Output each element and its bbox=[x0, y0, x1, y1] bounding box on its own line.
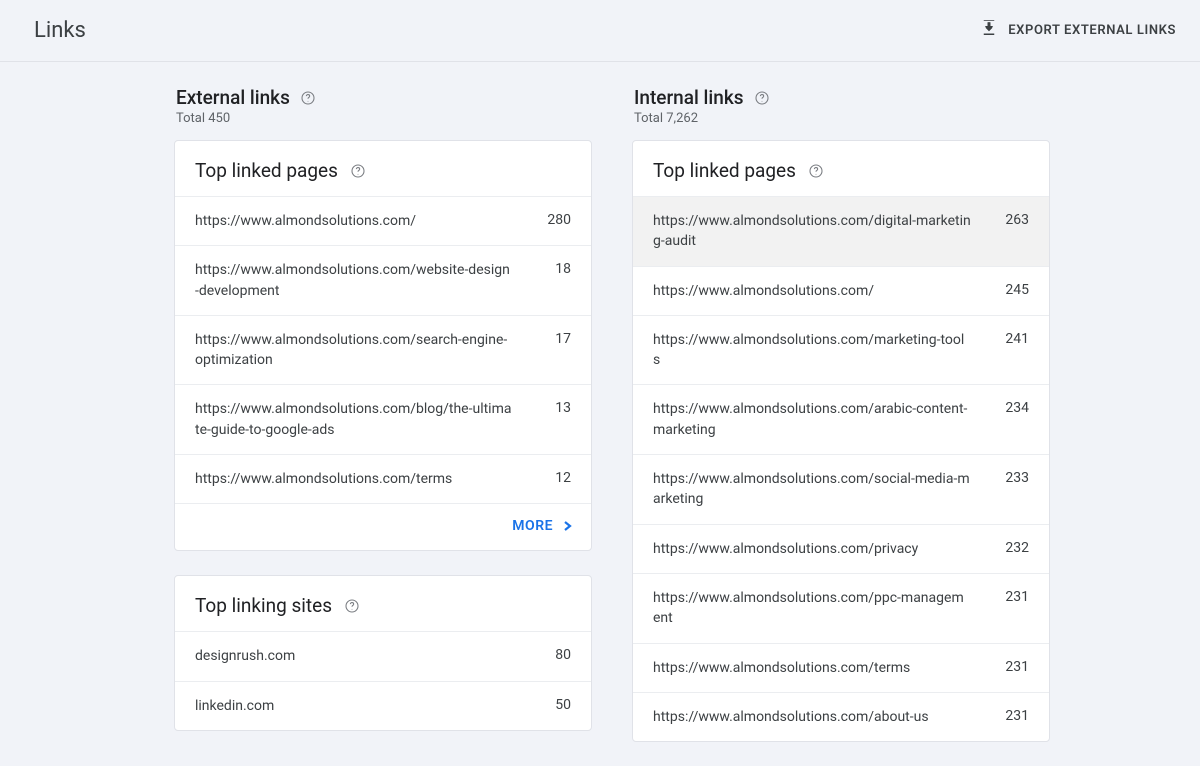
download-icon bbox=[980, 20, 998, 42]
external-links-subtitle: Total 450 bbox=[176, 111, 592, 126]
external-links-header: External links Total 450 bbox=[176, 86, 592, 126]
table-row[interactable]: https://www.almondsolutions.com/privacy 2… bbox=[633, 524, 1049, 573]
row-url: https://www.almondsolutions.com/digital-… bbox=[653, 211, 971, 252]
table-row[interactable]: https://www.almondsolutions.com/arabic-c… bbox=[633, 384, 1049, 454]
rows-container: https://www.almondsolutions.com/280https… bbox=[175, 196, 591, 503]
table-row[interactable]: https://www.almondsolutions.com/280 bbox=[175, 196, 591, 245]
row-url: https://www.almondsolutions.com/marketin… bbox=[653, 330, 971, 371]
row-url: https://www.almondsolutions.com/search-e… bbox=[195, 330, 513, 371]
row-count: 50 bbox=[537, 696, 571, 713]
table-row[interactable]: https://www.almondsolutions.com/social-m… bbox=[633, 454, 1049, 524]
row-count: 233 bbox=[995, 469, 1029, 486]
row-count: 13 bbox=[537, 399, 571, 416]
row-count: 231 bbox=[995, 588, 1029, 605]
help-icon[interactable] bbox=[754, 90, 770, 106]
table-row[interactable]: https://www.almondsolutions.com/digital-… bbox=[633, 196, 1049, 266]
internal-links-column: Internal links Total 7,262 Top linked pa… bbox=[632, 86, 1050, 766]
chevron-right-icon bbox=[563, 521, 573, 531]
card-title: Top linked pages bbox=[195, 159, 338, 182]
row-url: designrush.com bbox=[195, 646, 513, 666]
external-links-column: External links Total 450 Top linked page… bbox=[174, 86, 592, 766]
internal-links-subtitle: Total 7,262 bbox=[634, 111, 1050, 126]
row-url: https://www.almondsolutions.com/terms bbox=[195, 469, 513, 489]
row-count: 232 bbox=[995, 539, 1029, 556]
row-count: 263 bbox=[995, 211, 1029, 228]
more-label: MORE bbox=[512, 518, 553, 534]
table-row[interactable]: https://www.almondsolutions.com/marketin… bbox=[633, 315, 1049, 385]
row-url: https://www.almondsolutions.com/ppc-mana… bbox=[653, 588, 971, 629]
row-url: https://www.almondsolutions.com/blog/the… bbox=[195, 399, 513, 440]
rows-container: https://www.almondsolutions.com/digital-… bbox=[633, 196, 1049, 741]
row-count: 17 bbox=[537, 330, 571, 347]
row-url: https://www.almondsolutions.com/terms bbox=[653, 658, 971, 678]
row-url: https://www.almondsolutions.com/ bbox=[653, 281, 971, 301]
internal-links-title: Internal links bbox=[634, 86, 744, 109]
row-count: 231 bbox=[995, 707, 1029, 724]
page-header: Links EXPORT EXTERNAL LINKS bbox=[0, 0, 1200, 62]
row-count: 241 bbox=[995, 330, 1029, 347]
external-links-title: External links bbox=[176, 86, 290, 109]
internal-top-linked-pages-card: Top linked pages https://www.almondsolut… bbox=[632, 140, 1050, 742]
table-row[interactable]: https://www.almondsolutions.com/website-… bbox=[175, 245, 591, 315]
table-row[interactable]: https://www.almondsolutions.com/245 bbox=[633, 266, 1049, 315]
row-count: 280 bbox=[537, 211, 571, 228]
row-url: https://www.almondsolutions.com/social-m… bbox=[653, 469, 971, 510]
row-url: https://www.almondsolutions.com/about-us bbox=[653, 707, 971, 727]
row-url: https://www.almondsolutions.com/ bbox=[195, 211, 513, 231]
content: External links Total 450 Top linked page… bbox=[0, 62, 1200, 766]
rows-container: designrush.com 80 linkedin.com 50 bbox=[175, 631, 591, 730]
card-title: Top linking sites bbox=[195, 594, 332, 617]
table-row[interactable]: linkedin.com 50 bbox=[175, 681, 591, 730]
table-row[interactable]: designrush.com 80 bbox=[175, 631, 591, 680]
page-title: Links bbox=[34, 18, 86, 43]
row-url: https://www.almondsolutions.com/arabic-c… bbox=[653, 399, 971, 440]
export-external-links-button[interactable]: EXPORT EXTERNAL LINKS bbox=[980, 20, 1176, 42]
help-icon[interactable] bbox=[344, 598, 360, 614]
row-count: 234 bbox=[995, 399, 1029, 416]
external-top-linked-pages-card: Top linked pages https://www.almondsolut… bbox=[174, 140, 592, 551]
card-title: Top linked pages bbox=[653, 159, 796, 182]
row-url: https://www.almondsolutions.com/website-… bbox=[195, 260, 513, 301]
row-count: 80 bbox=[537, 646, 571, 663]
row-count: 231 bbox=[995, 658, 1029, 675]
internal-links-header: Internal links Total 7,262 bbox=[634, 86, 1050, 126]
row-count: 18 bbox=[537, 260, 571, 277]
row-count: 12 bbox=[537, 469, 571, 486]
external-top-linking-sites-card: Top linking sites designrush.com 80 linked… bbox=[174, 575, 592, 731]
table-row[interactable]: https://www.almondsolutions.com/search-e… bbox=[175, 315, 591, 385]
help-icon[interactable] bbox=[350, 163, 366, 179]
table-row[interactable]: https://www.almondsolutions.com/ppc-mana… bbox=[633, 573, 1049, 643]
row-url: linkedin.com bbox=[195, 696, 513, 716]
row-count: 245 bbox=[995, 281, 1029, 298]
table-row[interactable]: https://www.almondsolutions.com/blog/the… bbox=[175, 384, 591, 454]
table-row[interactable]: https://www.almondsolutions.com/about-us… bbox=[633, 692, 1049, 741]
table-row[interactable]: https://www.almondsolutions.com/terms 12 bbox=[175, 454, 591, 503]
table-row[interactable]: https://www.almondsolutions.com/terms 231 bbox=[633, 643, 1049, 692]
help-icon[interactable] bbox=[808, 163, 824, 179]
export-label: EXPORT EXTERNAL LINKS bbox=[1008, 23, 1176, 38]
row-url: https://www.almondsolutions.com/privacy bbox=[653, 539, 971, 559]
more-button[interactable]: MORE bbox=[512, 518, 573, 534]
help-icon[interactable] bbox=[300, 90, 316, 106]
